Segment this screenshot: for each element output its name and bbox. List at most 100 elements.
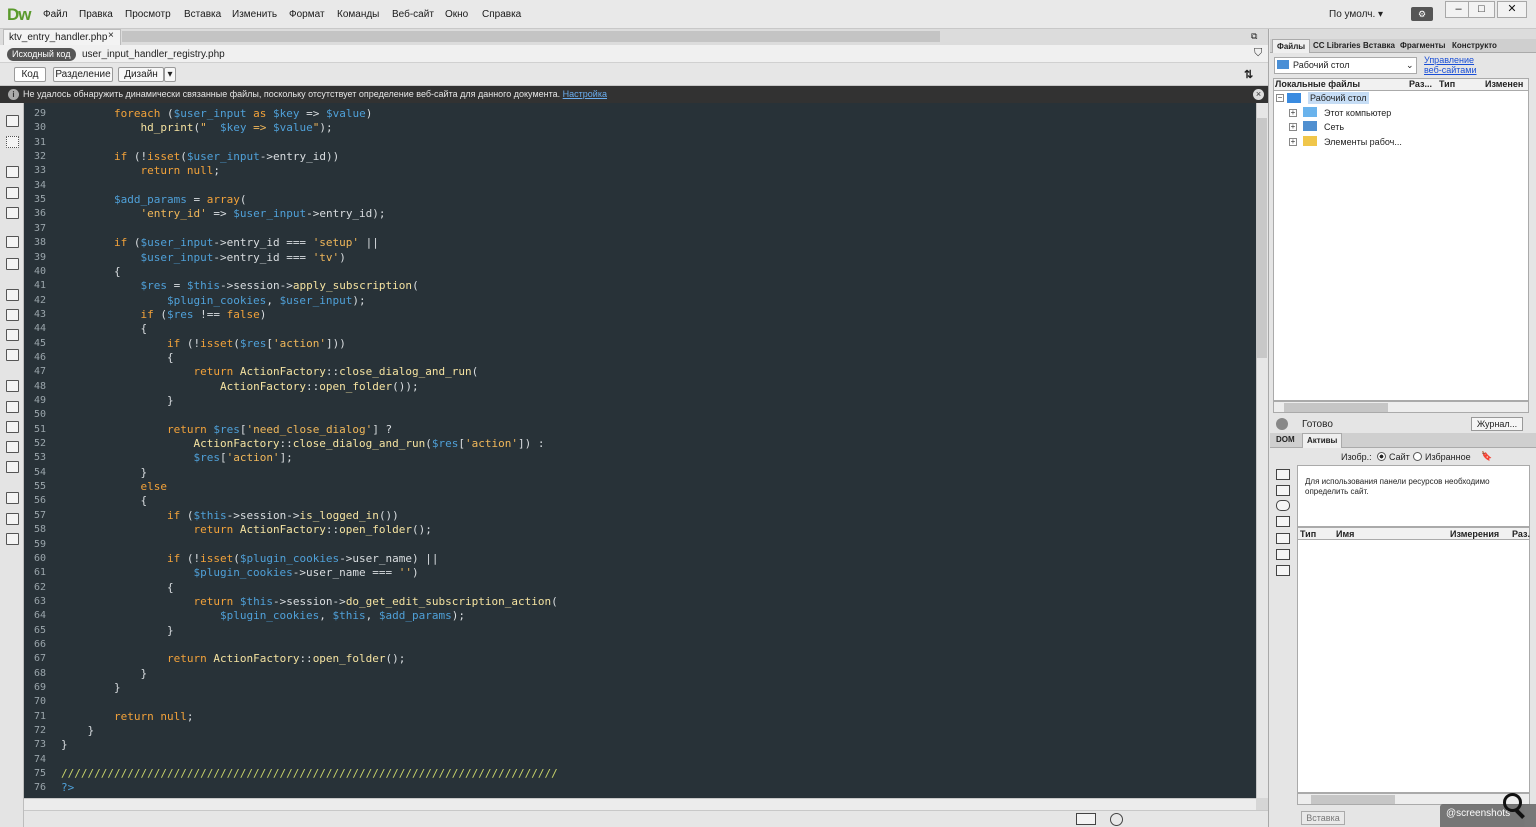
indent-icon[interactable] xyxy=(6,492,19,504)
code-line[interactable]: } xyxy=(61,466,147,480)
select-parent-tag-icon[interactable] xyxy=(6,236,19,248)
chevron-down-icon[interactable]: ⌄ xyxy=(1406,60,1414,71)
window-size-icon[interactable] xyxy=(1076,813,1096,825)
code-line[interactable]: $res['action']; xyxy=(61,451,292,465)
tree-item-network[interactable]: Сеть xyxy=(1324,121,1344,133)
code-line[interactable]: $plugin_cookies, $user_input); xyxy=(61,294,366,308)
code-line[interactable]: ActionFactory::close_dialog_and_run($res… xyxy=(61,437,544,451)
setup-link[interactable]: Настройка xyxy=(563,89,607,99)
format-source-icon[interactable] xyxy=(6,533,19,545)
menu-item-7[interactable]: Веб-сайт xyxy=(392,9,434,20)
column-size[interactable]: Раз... xyxy=(1409,79,1432,90)
menu-item-4[interactable]: Изменить xyxy=(232,9,277,20)
outdent-icon[interactable] xyxy=(6,513,19,525)
code-line[interactable]: foreach ($user_input as $key => $value) xyxy=(61,107,372,121)
code-line[interactable]: { xyxy=(61,494,147,508)
balance-braces-icon[interactable] xyxy=(6,258,19,270)
menu-item-0[interactable]: Файл xyxy=(43,9,68,20)
scripts-icon[interactable] xyxy=(1276,533,1290,544)
file-management-icon[interactable] xyxy=(6,136,19,148)
tab-close-icon[interactable]: × xyxy=(108,30,114,41)
menu-item-9[interactable]: Справка xyxy=(482,9,521,20)
code-line[interactable]: $plugin_cookies->user_name === '') xyxy=(61,566,418,580)
maximize-button[interactable]: □ xyxy=(1468,1,1495,18)
collapse-selection-icon[interactable] xyxy=(6,187,19,199)
links-icon[interactable] xyxy=(1276,500,1290,511)
line-numbers-icon[interactable] xyxy=(6,289,19,301)
tab-cc-libraries[interactable]: CC Libraries xyxy=(1309,39,1365,53)
code-line[interactable]: $plugin_cookies, $this, $add_params); xyxy=(61,609,465,623)
code-line[interactable]: if (!isset($user_input->entry_id)) xyxy=(61,150,339,164)
expand-all-icon[interactable] xyxy=(6,207,19,219)
tree-item-computer[interactable]: Этот компьютер xyxy=(1324,107,1391,119)
editor-horizontal-scrollbar[interactable] xyxy=(24,798,1256,810)
collapse-tag-icon[interactable] xyxy=(6,166,19,178)
tree-item-desktop-items[interactable]: Элементы рабоч... xyxy=(1324,136,1402,148)
tab-scrollbar[interactable] xyxy=(122,31,940,42)
code-line[interactable]: } xyxy=(61,394,174,408)
insert-button[interactable]: Вставка xyxy=(1301,811,1345,825)
menu-item-3[interactable]: Вставка xyxy=(184,9,221,20)
tab-dom[interactable]: DOM xyxy=(1272,433,1299,448)
code-line[interactable]: return ActionFactory::close_dialog_and_r… xyxy=(61,365,478,379)
assets-list[interactable] xyxy=(1297,540,1530,793)
code-line[interactable]: return null; xyxy=(61,164,220,178)
tab-snippets[interactable]: Фрагменты xyxy=(1396,39,1449,53)
code-line[interactable]: if ($this->session->is_logged_in()) xyxy=(61,509,399,523)
menu-item-8[interactable]: Окно xyxy=(445,9,468,20)
code-line[interactable]: return null; xyxy=(61,710,194,724)
live-preview-icon[interactable] xyxy=(1110,813,1123,826)
code-line[interactable]: else xyxy=(61,480,167,494)
source-code-badge[interactable]: Исходный код xyxy=(7,48,76,61)
colors-icon[interactable] xyxy=(1276,485,1290,496)
library-icon[interactable] xyxy=(1276,565,1290,576)
connect-icon[interactable] xyxy=(1276,418,1288,430)
close-window-button[interactable]: ✕ xyxy=(1497,1,1527,18)
media-icon[interactable] xyxy=(1276,516,1290,527)
document-tab[interactable]: ktv_entry_handler.php xyxy=(3,29,121,45)
code-line[interactable]: if (!isset($res['action'])) xyxy=(61,337,346,351)
menu-item-2[interactable]: Просмотр xyxy=(125,9,171,20)
assets-scroll-thumb[interactable] xyxy=(1311,795,1395,804)
code-line[interactable]: ////////////////////////////////////////… xyxy=(61,767,558,781)
code-line[interactable]: { xyxy=(61,322,147,336)
files-scroll-thumb[interactable] xyxy=(1284,403,1388,412)
expand-icon[interactable]: + xyxy=(1289,138,1297,146)
collapse-icon[interactable]: − xyxy=(1276,94,1284,102)
templates-icon[interactable] xyxy=(1276,549,1290,560)
wrap-tag-icon[interactable] xyxy=(6,421,19,433)
code-editor[interactable]: 29 30 31 32 33 34 35 36 37 38 39 40 41 42 43 44 45 46 47 48… xyxy=(24,103,1256,798)
split-view-button[interactable]: Разделение xyxy=(53,67,113,82)
tab-files[interactable]: Файлы xyxy=(1272,39,1311,53)
code-line[interactable]: } xyxy=(61,667,147,681)
move-css-icon[interactable] xyxy=(6,461,19,473)
site-radio[interactable] xyxy=(1377,452,1386,461)
menu-item-5[interactable]: Формат xyxy=(289,9,325,20)
code-line[interactable]: { xyxy=(61,581,174,595)
column-dimensions[interactable]: Измерения xyxy=(1450,529,1499,539)
column-type[interactable]: Тип xyxy=(1439,79,1455,90)
auto-indent-icon[interactable] xyxy=(6,349,19,361)
code-line[interactable]: } xyxy=(61,724,94,738)
remove-comment-icon[interactable] xyxy=(6,401,19,413)
code-line[interactable]: hd_print(" $key => $value"); xyxy=(61,121,332,135)
code-line[interactable]: if ($res !== false) xyxy=(61,308,266,322)
code-line[interactable]: ActionFactory::open_folder()); xyxy=(61,380,419,394)
site-select[interactable]: Рабочий стол xyxy=(1274,57,1417,74)
menu-item-1[interactable]: Правка xyxy=(79,9,113,20)
code-line[interactable]: return ActionFactory::open_folder(); xyxy=(61,523,431,537)
code-line[interactable]: } xyxy=(61,624,174,638)
column-type[interactable]: Тип xyxy=(1300,529,1316,539)
code-line[interactable]: ?> xyxy=(61,781,74,795)
column-modified[interactable]: Изменен xyxy=(1485,79,1523,90)
sync-settings-icon[interactable]: ⚙ xyxy=(1411,7,1433,21)
related-file-link[interactable]: user_input_handler_registry.php xyxy=(82,49,225,60)
code-line[interactable]: if ($user_input->entry_id === 'setup' || xyxy=(61,236,379,250)
code-line[interactable]: $res = $this->session->apply_subscriptio… xyxy=(61,279,418,293)
tree-item-desktop[interactable]: Рабочий стол xyxy=(1308,92,1369,104)
bookmark-icon[interactable]: 🔖 xyxy=(1481,451,1492,462)
design-view-button[interactable]: Дизайн xyxy=(118,67,164,82)
sort-icon[interactable]: ⇅ xyxy=(1244,68,1253,81)
filter-icon[interactable]: ⛉ xyxy=(1254,47,1262,60)
apply-comment-icon[interactable] xyxy=(6,380,19,392)
